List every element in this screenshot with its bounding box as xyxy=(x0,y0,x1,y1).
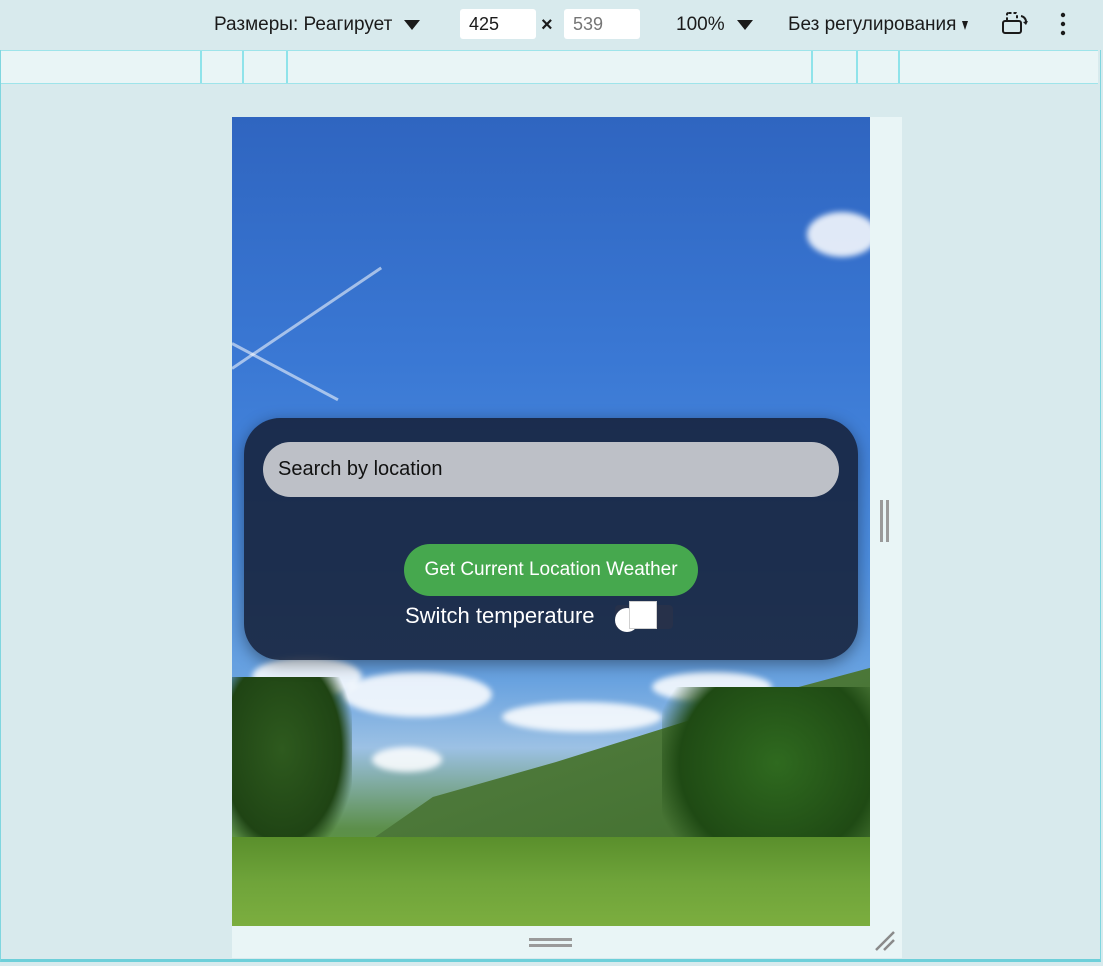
resize-handle-icon[interactable] xyxy=(529,938,572,948)
cloud xyxy=(342,672,492,717)
trees xyxy=(232,677,352,857)
weather-search-card: Get Current Location Weather Switch temp… xyxy=(244,418,858,660)
more-vertical-icon[interactable] xyxy=(1054,10,1072,38)
zoom-label: 100% xyxy=(676,14,725,35)
current-location-weather-button[interactable]: Get Current Location Weather xyxy=(404,544,698,596)
zoom-dropdown[interactable]: 100% xyxy=(676,14,753,36)
resize-corner-icon[interactable] xyxy=(874,930,896,952)
device-viewport: Get Current Location Weather Switch temp… xyxy=(232,117,870,926)
device-toolbar: Размеры: Реагирует × 100% Без регулирова… xyxy=(0,0,1103,50)
ruler-tick[interactable] xyxy=(811,51,813,83)
cloud xyxy=(807,212,870,257)
throttle-label: Без регулирования xyxy=(788,14,957,35)
ruler-tick[interactable] xyxy=(242,51,244,83)
caret-down-icon xyxy=(736,20,753,30)
throttle-dropdown[interactable]: Без регулирования xyxy=(788,14,969,36)
cloud xyxy=(372,747,442,772)
caret-down-icon xyxy=(962,20,969,30)
rotate-device-icon[interactable] xyxy=(1000,10,1030,38)
search-input[interactable] xyxy=(263,442,839,497)
caret-down-icon xyxy=(404,20,421,30)
meadow xyxy=(232,837,870,926)
width-input[interactable] xyxy=(460,9,536,39)
times-sign: × xyxy=(541,14,553,36)
dimensions-dropdown[interactable]: Размеры: Реагирует xyxy=(214,14,421,36)
checkbox[interactable] xyxy=(628,601,657,629)
cloud xyxy=(502,702,662,732)
ruler-tick[interactable] xyxy=(856,51,858,83)
ruler-tick[interactable] xyxy=(200,51,202,83)
temperature-switch-row: Switch temperature xyxy=(405,601,673,632)
dimensions-label: Размеры: Реагирует xyxy=(214,14,393,35)
ruler-tick[interactable] xyxy=(898,51,900,83)
media-query-ruler xyxy=(1,50,1098,84)
height-input[interactable] xyxy=(564,9,640,39)
temperature-toggle[interactable] xyxy=(614,601,673,632)
resize-handle-icon[interactable] xyxy=(880,500,890,542)
switch-temperature-label: Switch temperature xyxy=(405,603,595,628)
ruler-tick[interactable] xyxy=(286,51,288,83)
